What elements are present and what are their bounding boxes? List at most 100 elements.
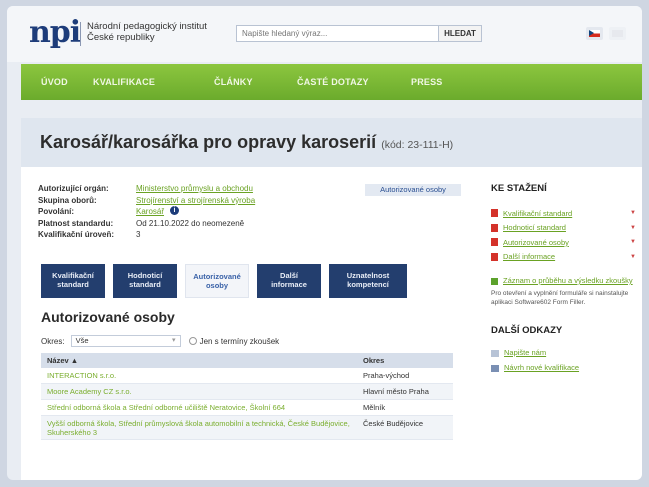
row-name-link[interactable]: INTERACTION s.r.o. bbox=[41, 368, 359, 383]
tab-label-line2: informace bbox=[271, 280, 307, 289]
table-row: Vyšší odborná škola, Střední průmyslová … bbox=[41, 416, 453, 440]
download-item[interactable]: Kvalifikační standard ▼ bbox=[491, 206, 636, 221]
table-row: INTERACTION s.r.o. Praha-východ bbox=[41, 368, 453, 384]
info-row: Platnost standardu: Od 21.10.2022 do neo… bbox=[38, 218, 255, 230]
info-icon[interactable]: i bbox=[170, 206, 180, 215]
tab-kvalifikacni-standard[interactable]: Kvalifikační standard bbox=[41, 264, 105, 298]
nav-caste-dotazy[interactable]: ČASTÉ DOTAZY bbox=[297, 64, 369, 100]
table-header: Název ▲ Okres bbox=[41, 353, 453, 368]
main-content: Autorizující orgán: Ministerstvo průmysl… bbox=[21, 167, 642, 480]
district-select[interactable]: Vše ▾ bbox=[70, 335, 181, 347]
mail-icon bbox=[491, 349, 499, 357]
info-label: Platnost standardu: bbox=[38, 218, 114, 228]
exam-dates-checkbox[interactable] bbox=[188, 337, 197, 345]
row-name-link[interactable]: Střední odborná škola a Střední odborné … bbox=[41, 400, 359, 415]
authorized-persons-table: Název ▲ Okres INTERACTION s.r.o. Praha-v… bbox=[41, 353, 453, 440]
download-link[interactable]: Kvalifikační standard bbox=[503, 209, 626, 218]
info-value: 3 bbox=[136, 230, 141, 239]
chevron-down-icon[interactable]: ▼ bbox=[630, 225, 636, 231]
row-district: Hlavní město Praha bbox=[363, 387, 429, 396]
info-label: Povolání: bbox=[38, 207, 75, 216]
nav-press[interactable]: PRESS bbox=[411, 64, 443, 100]
info-link[interactable]: Karosář bbox=[136, 206, 164, 218]
chevron-down-icon[interactable]: ▼ bbox=[630, 239, 636, 245]
links-heading: DALŠÍ ODKAZY bbox=[491, 325, 563, 336]
chevron-down-icon: ▾ bbox=[172, 337, 176, 344]
header: npi Národní pedagogický institut České r… bbox=[7, 6, 642, 62]
tab-label-line2: standard bbox=[57, 280, 89, 289]
col-name-header[interactable]: Název ▲ bbox=[41, 353, 359, 368]
tab-label-line2: osoby bbox=[205, 281, 229, 290]
lang-en-button[interactable] bbox=[609, 27, 626, 40]
col-district-header[interactable]: Okres bbox=[359, 353, 453, 368]
download-item[interactable]: Hodnoticí standard ▼ bbox=[491, 221, 636, 236]
authorized-persons-badge[interactable]: Autorizované osoby bbox=[365, 184, 461, 196]
page-title-text: Karosář/karosářka pro opravy karoserií bbox=[40, 132, 377, 152]
row-district: Praha-východ bbox=[363, 371, 410, 380]
tab-label-line1: Autorizované bbox=[193, 272, 241, 281]
pdf-icon bbox=[491, 238, 498, 247]
row-name-link[interactable]: Moore Academy CZ s.r.o. bbox=[41, 384, 359, 399]
info-link[interactable]: Strojírenství a strojírenská výroba bbox=[136, 195, 255, 207]
section-title: Autorizované osoby bbox=[41, 309, 175, 325]
info-row: Skupina oborů: Strojírenství a strojíren… bbox=[38, 195, 255, 207]
nav-clanky[interactable]: ČLÁNKY bbox=[214, 64, 253, 100]
new-qualification-row[interactable]: Návrh nové kvalifikace bbox=[491, 363, 636, 378]
info-label: Autorizující orgán: bbox=[38, 184, 109, 193]
contact-link[interactable]: Napište nám bbox=[504, 348, 546, 357]
document-icon bbox=[491, 364, 499, 372]
table-row: Moore Academy CZ s.r.o. Hlavní město Pra… bbox=[41, 384, 453, 400]
tab-autorizovane-osoby[interactable]: Autorizované osoby bbox=[185, 264, 249, 298]
record-link[interactable]: Záznam o průběhu a výsledku zkoušky bbox=[503, 276, 633, 285]
form-filler-note: Pro otevření a vyplnění formuláře si nai… bbox=[491, 290, 629, 306]
tab-label-line1: Další bbox=[280, 271, 298, 280]
tab-label-line2: standard bbox=[129, 280, 161, 289]
info-label: Skupina oborů: bbox=[38, 195, 97, 205]
table-row: Střední odborná škola a Střední odborné … bbox=[41, 400, 453, 416]
form-icon bbox=[491, 277, 498, 285]
institute-name: Národní pedagogický institut České repub… bbox=[87, 21, 207, 43]
new-qualification-link[interactable]: Návrh nové kvalifikace bbox=[504, 363, 579, 372]
download-link[interactable]: Hodnoticí standard bbox=[503, 223, 626, 232]
en-flag-icon bbox=[612, 30, 623, 37]
download-item[interactable]: Další informace ▼ bbox=[491, 250, 636, 265]
filter-bar: Okres: Vše ▾ Jen s termíny zkoušek bbox=[41, 335, 279, 347]
info-label: Kvalifikační úroveň: bbox=[38, 230, 115, 239]
tab-hodnotici-standard[interactable]: Hodnoticí standard bbox=[113, 264, 177, 298]
pdf-icon bbox=[491, 209, 498, 218]
row-district: Mělník bbox=[363, 403, 386, 412]
search-button[interactable]: HLEDAT bbox=[438, 25, 482, 42]
nav-uvod[interactable]: ÚVOD bbox=[41, 64, 68, 100]
info-row: Povolání: Karosář i bbox=[38, 206, 255, 218]
row-name-link[interactable]: Vyšší odborná škola, Střední průmyslová … bbox=[41, 419, 359, 439]
pdf-icon bbox=[491, 223, 498, 232]
nav-kvalifikace[interactable]: KVALIFIKACE bbox=[93, 64, 155, 100]
district-select-value: Vše bbox=[75, 336, 89, 345]
institute-line2: České republiky bbox=[87, 32, 155, 43]
npi-logo[interactable]: npi bbox=[29, 18, 81, 48]
cz-flag-icon bbox=[589, 30, 600, 37]
downloads-heading: KE STAŽENÍ bbox=[491, 183, 547, 194]
chevron-down-icon[interactable]: ▼ bbox=[630, 210, 636, 216]
tab-dalsi-informace[interactable]: Další informace bbox=[257, 264, 321, 298]
info-table: Autorizující orgán: Ministerstvo průmysl… bbox=[38, 183, 255, 241]
info-row: Autorizující orgán: Ministerstvo průmysl… bbox=[38, 183, 255, 195]
download-link[interactable]: Autorizované osoby bbox=[503, 238, 626, 247]
exam-dates-label[interactable]: Jen s termíny zkoušek bbox=[200, 337, 280, 346]
institute-line1: Národní pedagogický institut bbox=[87, 21, 207, 32]
pdf-icon bbox=[491, 252, 498, 261]
tab-label-line1: Uznatelnost bbox=[346, 271, 390, 280]
info-row: Kvalifikační úroveň: 3 bbox=[38, 229, 255, 241]
row-district: České Budějovice bbox=[363, 419, 424, 428]
lang-cz-button[interactable] bbox=[586, 27, 603, 40]
contact-link-row[interactable]: Napište nám bbox=[491, 348, 636, 363]
sidebar: KE STAŽENÍ Kvalifikační standard ▼ Hodno… bbox=[491, 183, 636, 378]
download-item[interactable]: Autorizované osoby ▼ bbox=[491, 235, 636, 250]
tab-uznatelnost-kompetenci[interactable]: Uznatelnost kompetencí bbox=[329, 264, 407, 298]
info-link[interactable]: Ministerstvo průmyslu a obchodu bbox=[136, 183, 253, 195]
tab-label-line2: kompetencí bbox=[347, 280, 389, 289]
download-link[interactable]: Další informace bbox=[503, 252, 626, 261]
search-input[interactable] bbox=[236, 25, 439, 42]
chevron-down-icon[interactable]: ▼ bbox=[630, 254, 636, 260]
tab-label-line1: Kvalifikační bbox=[52, 271, 94, 280]
